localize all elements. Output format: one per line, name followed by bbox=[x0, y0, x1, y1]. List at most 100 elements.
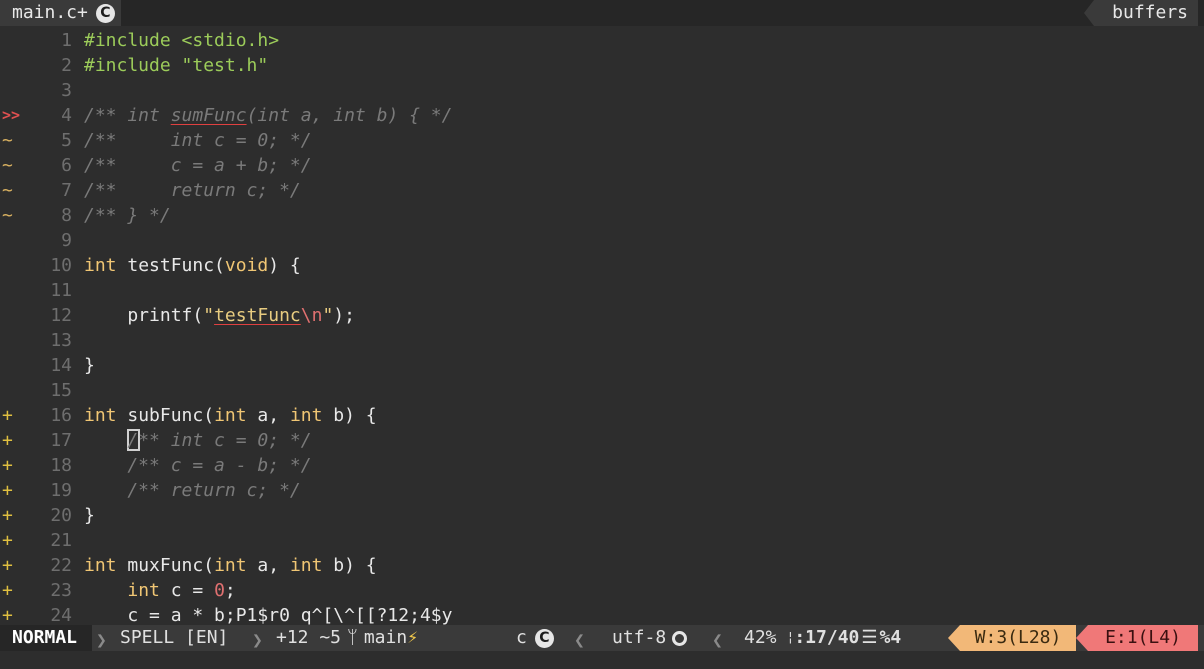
code-line[interactable]: +20} bbox=[0, 503, 1204, 528]
line-number: 14 bbox=[50, 355, 72, 376]
percent-sign-icon: % bbox=[879, 627, 891, 648]
line-number: 7 bbox=[61, 180, 72, 201]
code-token: int bbox=[127, 580, 160, 601]
code-line[interactable]: >> 4 /** int sumFunc(int a, int b) { */ bbox=[0, 103, 1204, 128]
code-line[interactable]: 11 bbox=[0, 278, 1204, 303]
tab-label: main.c+ bbox=[12, 2, 88, 23]
gutter-sign: ~ bbox=[2, 155, 13, 176]
code-token: sumFunc bbox=[170, 105, 247, 126]
code-line[interactable]: +23 int c = 0; bbox=[0, 578, 1204, 603]
code-token: 0 bbox=[214, 580, 225, 601]
code-line[interactable]: ~7 /** return c; */ bbox=[0, 178, 1204, 203]
code-line[interactable]: +22 int muxFunc(int a, int b) { bbox=[0, 553, 1204, 578]
code-token: int bbox=[84, 555, 117, 576]
git-branch-icon: ᛘ bbox=[347, 627, 358, 648]
column-icon: ☰ bbox=[861, 627, 878, 648]
error-separator bbox=[1076, 625, 1088, 651]
code-line[interactable]: 2 #include "test.h" bbox=[0, 53, 1204, 78]
command-line[interactable] bbox=[0, 651, 1204, 669]
code-line[interactable]: 15 bbox=[0, 378, 1204, 403]
line-number: 8 bbox=[61, 205, 72, 226]
line-number: 21 bbox=[50, 530, 72, 551]
gutter-sign: + bbox=[2, 530, 13, 551]
code-token: testFunc bbox=[214, 305, 301, 326]
percent-through-file: 42% bbox=[744, 627, 777, 648]
line-number: 19 bbox=[50, 480, 72, 501]
buffers-label[interactable]: buffers bbox=[1094, 0, 1198, 26]
editor-buffer[interactable]: 1 #include <stdio.h> 2 #include "test.h" 3 >>… bbox=[0, 26, 1204, 626]
gutter-sign: + bbox=[2, 555, 13, 576]
git-diff-stats: +12 ~5 bbox=[276, 627, 342, 648]
code-line[interactable]: ~8 /** } */ bbox=[0, 203, 1204, 228]
code-token: /** return c; */ bbox=[84, 180, 301, 201]
code-text: /** c = a - b; */ bbox=[84, 453, 312, 478]
code-line[interactable]: 12 printf("testFunc\n"); bbox=[0, 303, 1204, 328]
code-token: #include "test.h" bbox=[84, 55, 269, 76]
spell-status: SPELL [EN] bbox=[120, 627, 229, 648]
line-number: 5 bbox=[61, 130, 72, 151]
code-text: /** int c = 0; */ bbox=[84, 128, 312, 153]
line-number: 9 bbox=[61, 230, 72, 251]
code-token: int bbox=[84, 405, 117, 426]
gutter-empty bbox=[0, 78, 24, 103]
line-number: 10 bbox=[50, 255, 72, 276]
code-line[interactable]: +19 /** return c; */ bbox=[0, 478, 1204, 503]
line-number: 4 bbox=[61, 105, 72, 126]
gutter-sign: + bbox=[2, 405, 13, 426]
c-language-icon: C bbox=[534, 628, 554, 648]
code-line[interactable]: 1 #include <stdio.h> bbox=[0, 28, 1204, 53]
code-token: #include <stdio.h> bbox=[84, 30, 280, 51]
line-number: 17 bbox=[50, 430, 72, 451]
gutter-sign: + bbox=[2, 430, 13, 451]
code-line[interactable]: +18 /** c = a - b; */ bbox=[0, 453, 1204, 478]
code-text: /** } */ bbox=[84, 203, 171, 228]
vim-window: main.c+ C buffers 1 #include <stdio.h> 2 #i… bbox=[0, 0, 1204, 669]
code-text: int c = 0; bbox=[84, 578, 235, 603]
tabline: main.c+ C buffers bbox=[0, 0, 1204, 26]
gutter-sign: ~ bbox=[2, 205, 13, 226]
code-token: int bbox=[289, 555, 323, 576]
mode-indicator: NORMAL bbox=[0, 625, 92, 651]
gutter-empty bbox=[0, 353, 24, 378]
code-line[interactable]: 10 int testFunc(void) { bbox=[0, 253, 1204, 278]
code-token: /** c = a - b; */ bbox=[84, 455, 312, 476]
line-number: 1 bbox=[61, 30, 72, 51]
line-number: 22 bbox=[50, 555, 72, 576]
line-number: 20 bbox=[50, 505, 72, 526]
cursor-column: 4 bbox=[890, 627, 902, 648]
code-line[interactable]: ~6 /** c = a + b; */ bbox=[0, 153, 1204, 178]
line-number: 18 bbox=[50, 455, 72, 476]
code-token: int bbox=[289, 405, 323, 426]
code-text: printf("testFunc\n"); bbox=[84, 303, 355, 328]
code-text: } bbox=[84, 353, 95, 378]
line-number: 15 bbox=[50, 380, 72, 401]
statusline: NORMAL ❯ SPELL [EN] ❯ +12 ~5 ᛘ main ⚡ c … bbox=[0, 625, 1204, 651]
code-line[interactable]: +21 bbox=[0, 528, 1204, 553]
code-line[interactable]: ~5 /** int c = 0; */ bbox=[0, 128, 1204, 153]
code-line[interactable]: 13 bbox=[0, 328, 1204, 353]
code-token: ) { bbox=[268, 255, 301, 276]
tab-main-c[interactable]: main.c+ C bbox=[0, 0, 121, 26]
line-number: 16 bbox=[50, 405, 72, 426]
code-token: subFunc( bbox=[116, 405, 215, 426]
code-line[interactable]: +16 int subFunc(int a, int b) { bbox=[0, 403, 1204, 428]
code-token: " bbox=[203, 305, 215, 326]
code-token: testFunc( bbox=[116, 255, 225, 276]
code-text: /** return c; */ bbox=[84, 478, 300, 503]
code-token: \n bbox=[300, 305, 323, 326]
gutter-empty bbox=[0, 303, 24, 328]
code-line[interactable]: 14} bbox=[0, 353, 1204, 378]
code-token: int bbox=[214, 405, 247, 426]
code-token: printf( bbox=[84, 305, 204, 326]
code-line[interactable]: +17 /** int c = 0; */ bbox=[0, 428, 1204, 453]
error-count[interactable]: E:1(L4) bbox=[1088, 625, 1198, 651]
code-text: /** c = a + b; */ bbox=[84, 153, 312, 178]
line-number: 12 bbox=[50, 305, 72, 326]
gutter-empty bbox=[0, 253, 24, 278]
gutter-empty bbox=[0, 378, 24, 403]
code-line[interactable]: 9 bbox=[0, 228, 1204, 253]
warning-count[interactable]: W:3(L28) bbox=[960, 625, 1076, 651]
code-token: } bbox=[84, 355, 95, 376]
code-line[interactable]: 3 bbox=[0, 78, 1204, 103]
